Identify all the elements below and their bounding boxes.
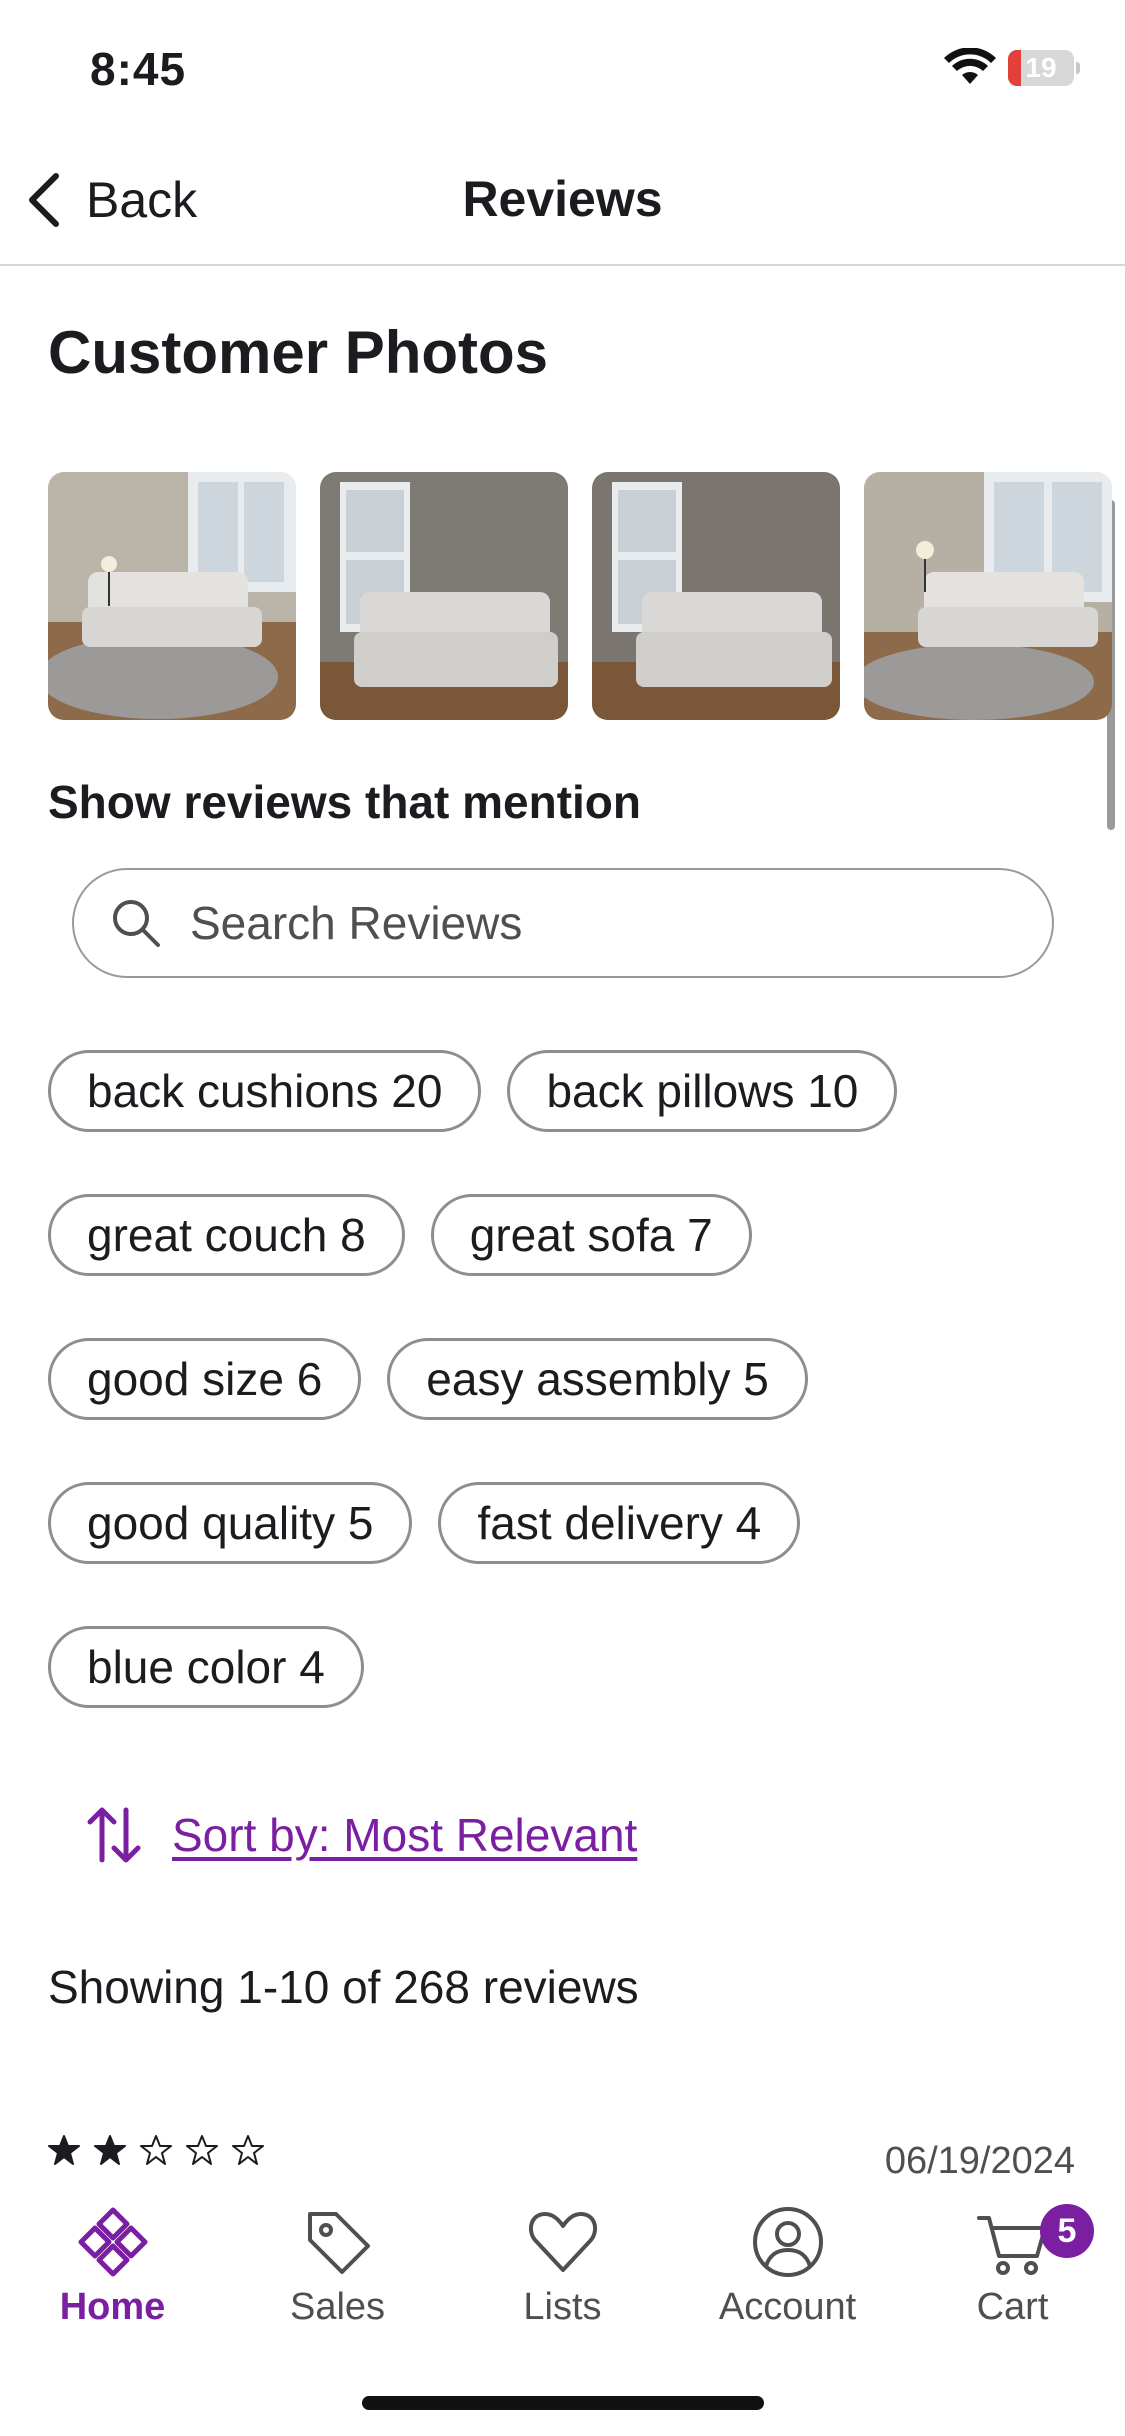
review-rating [48,2134,264,2166]
mention-chip[interactable]: great sofa 7 [430,1194,752,1276]
tab-cart[interactable]: Cart 5 [900,2204,1125,2354]
page-title: Reviews [462,171,663,227]
star-empty-icon [232,2135,264,2165]
nav-header: Back Reviews [0,140,1125,266]
sofa-photo-4[interactable] [864,472,1112,720]
sort-button[interactable]: Sort by: Most Relevant [84,1800,637,1870]
sofa-photo-3[interactable] [592,472,840,720]
tab-home[interactable]: Home [0,2204,225,2354]
sort-arrows-icon [87,1807,141,1863]
heart-icon [528,2212,597,2272]
search-box[interactable] [72,868,1054,978]
tab-sales[interactable]: Sales [225,2204,450,2354]
customer-photos-title: Customer Photos [48,319,549,386]
wifi-icon [944,48,996,84]
battery-level: 19 [1025,52,1057,83]
tab-label: Lists [523,2286,602,2328]
mention-chips: back cushions 20 back pillows 10 great c… [48,1050,1078,1770]
tag-icon [307,2212,370,2274]
tab-label: Sales [289,2286,386,2328]
home-diamond-icon [78,2207,147,2277]
mention-chip[interactable]: good size 6 [48,1338,362,1420]
tab-lists[interactable]: Lists [450,2204,675,2354]
status-time: 8:45 [90,43,187,95]
mention-chip[interactable]: great couch 8 [48,1194,405,1276]
tab-label: Account [718,2286,857,2328]
mention-chip[interactable]: good quality 5 [48,1482,413,1564]
sofa-photo-2[interactable] [320,472,568,720]
mention-chip[interactable]: fast delivery 4 [438,1482,801,1564]
mention-title: Show reviews that mention [48,776,641,828]
status-bar: 8:45 19 [0,0,1125,140]
mention-chip[interactable]: back pillows 10 [507,1050,898,1132]
tab-label: Cart [976,2286,1049,2328]
star-empty-icon [186,2135,218,2165]
battery-icon: 19 [1008,50,1080,86]
cart-icon [976,2216,1047,2275]
tab-account[interactable]: Account [675,2204,900,2354]
search-input[interactable] [190,896,1010,950]
cart-count-badge: 5 [1040,2204,1094,2258]
tab-label: Home [59,2286,166,2328]
sort-label: Sort by: Most Relevant [172,1809,638,1861]
customer-photos-carousel[interactable] [48,472,1125,720]
sofa-photo-1[interactable] [48,472,296,720]
account-icon [752,2207,823,2277]
mention-chip[interactable]: easy assembly 5 [387,1338,808,1420]
mention-chip[interactable]: blue color 4 [48,1626,364,1708]
search-icon [113,900,160,947]
results-count: Showing 1-10 of 268 reviews [48,1961,639,2013]
mention-chip[interactable]: back cushions 20 [48,1050,482,1132]
star-filled-icon [94,2135,126,2165]
review-date: 06/19/2024 [884,2140,1075,2182]
star-empty-icon [140,2135,172,2165]
home-indicator [362,2396,764,2410]
star-filled-icon [48,2135,80,2165]
